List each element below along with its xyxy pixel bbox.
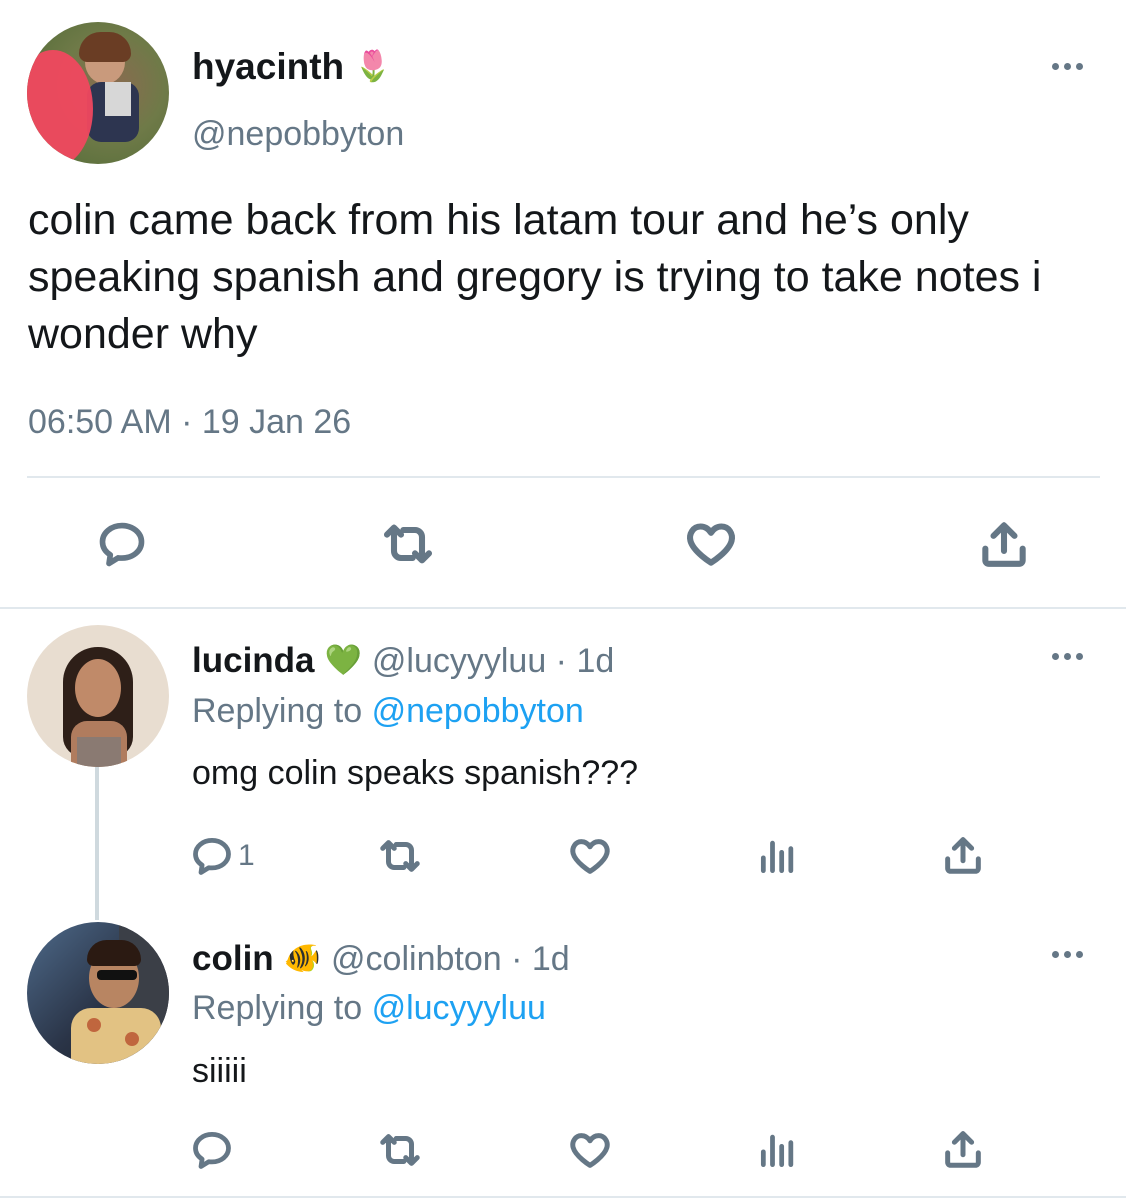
like-icon[interactable]	[567, 1127, 613, 1173]
analytics-icon[interactable]	[756, 1127, 800, 1173]
retweet-icon[interactable]	[377, 833, 423, 879]
like-icon[interactable]	[683, 516, 739, 572]
share-icon[interactable]	[940, 1126, 986, 1172]
tropical-fish-emoji: 🐠	[283, 942, 322, 975]
reply-icon	[190, 834, 234, 878]
replying-label: Replying to	[192, 989, 363, 1027]
handle-time[interactable]: @colinbton · 1d	[331, 936, 570, 982]
more-options-icon[interactable]	[1052, 63, 1083, 70]
thread-line	[95, 766, 99, 920]
share-icon[interactable]	[976, 516, 1032, 572]
timestamp[interactable]: 06:50 AM · 19 Jan 26	[28, 400, 351, 444]
green-heart-emoji: 💚	[324, 644, 362, 677]
reply-icon[interactable]	[190, 1128, 234, 1172]
display-name[interactable]: lucinda	[192, 638, 315, 684]
divider	[27, 476, 1100, 478]
tweet-text: colin came back from his latam tour and …	[28, 196, 1042, 358]
tulip-emoji: 🌷	[354, 50, 392, 83]
section-divider	[0, 607, 1126, 609]
tweet-text: omg colin speaks spanish???	[192, 754, 639, 792]
replying-label: Replying to	[192, 692, 363, 730]
tweet-text: siiiii	[192, 1052, 247, 1090]
display-name[interactable]: hyacinth	[192, 44, 344, 90]
reply-button[interactable]: 1	[190, 834, 255, 878]
like-icon[interactable]	[567, 833, 613, 879]
retweet-icon[interactable]	[380, 516, 436, 572]
handle-time[interactable]: @lucyyyluu · 1d	[372, 638, 614, 684]
handle[interactable]: @nepobbyton	[192, 112, 404, 156]
more-options-icon[interactable]	[1052, 653, 1083, 660]
replying-to-link[interactable]: @lucyyyluu	[372, 989, 546, 1027]
analytics-icon[interactable]	[756, 833, 800, 879]
more-options-icon[interactable]	[1052, 951, 1083, 958]
replying-to-link[interactable]: @nepobbyton	[372, 692, 584, 730]
avatar[interactable]	[27, 22, 169, 164]
reply-count: 1	[238, 839, 255, 872]
bottom-divider	[0, 1196, 1126, 1198]
reply-icon[interactable]	[96, 518, 148, 570]
avatar[interactable]	[27, 922, 169, 1064]
retweet-icon[interactable]	[377, 1127, 423, 1173]
display-name[interactable]: colin	[192, 936, 274, 982]
share-icon[interactable]	[940, 832, 986, 878]
avatar[interactable]	[27, 625, 169, 767]
